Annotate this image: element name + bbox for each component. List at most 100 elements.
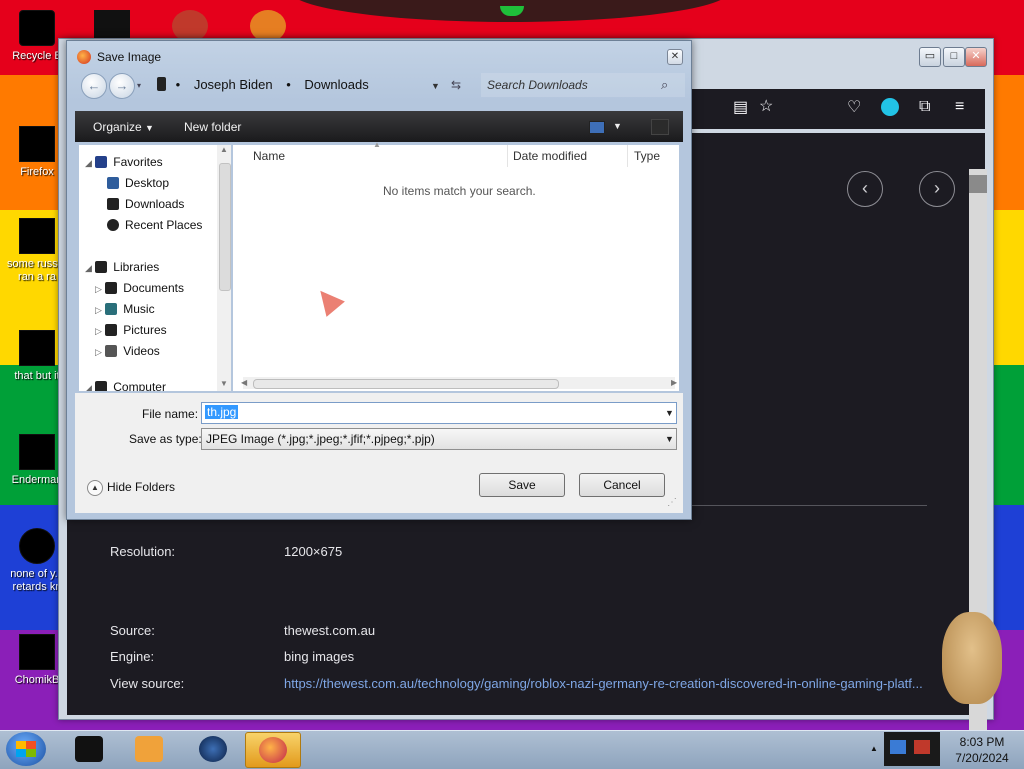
- hide-folders-button[interactable]: Hide Folders: [107, 480, 175, 494]
- tree-item-recent-places[interactable]: Recent Places: [107, 218, 202, 232]
- navigation-pane-scroll-thumb[interactable]: [219, 163, 231, 291]
- view-source-link[interactable]: https://thewest.com.au/technology/gaming…: [284, 676, 923, 691]
- file-name-field[interactable]: [201, 402, 677, 424]
- cancel-button[interactable]: Cancel: [579, 473, 665, 497]
- resolution-label: Resolution:: [110, 544, 176, 559]
- file-name-value[interactable]: th.jpg: [205, 405, 239, 419]
- document-icon: [19, 218, 55, 254]
- expand-arrow-icon: ◢: [85, 383, 92, 391]
- tree-item-label: Computer: [113, 380, 166, 391]
- account-icon[interactable]: [881, 98, 899, 116]
- show-hidden-icons-icon[interactable]: ▲: [870, 744, 878, 753]
- tree-item-libraries[interactable]: ◢ Libraries: [85, 260, 159, 274]
- breadcrumb-item[interactable]: Downloads: [304, 77, 368, 92]
- collapsed-arrow-icon: ▷: [95, 347, 102, 357]
- column-separator[interactable]: [627, 145, 628, 167]
- organize-label: Organize: [93, 120, 142, 134]
- taskbar-item-explorer[interactable]: [62, 732, 116, 766]
- taskbar-item-media-player[interactable]: [122, 732, 176, 766]
- scroll-up-icon[interactable]: ▲: [220, 145, 228, 154]
- taskbar-clock[interactable]: 8:03 PM 7/20/2024: [944, 734, 1020, 766]
- refresh-icon[interactable]: ⇆: [451, 78, 461, 92]
- column-header-name[interactable]: Name: [253, 149, 285, 163]
- next-image-icon[interactable]: ›: [919, 171, 955, 207]
- tree-item-label: Downloads: [125, 197, 185, 211]
- breadcrumb-item[interactable]: Joseph Biden: [194, 77, 273, 92]
- divider: [691, 505, 927, 506]
- address-bar[interactable]: • Joseph Biden • Downloads: [147, 73, 443, 97]
- search-icon[interactable]: ⌕: [661, 77, 668, 93]
- recent-pages-icon[interactable]: ▾: [137, 81, 141, 90]
- previous-image-icon[interactable]: ‹: [847, 171, 883, 207]
- save-as-type-dropdown-icon[interactable]: ▼: [665, 434, 674, 444]
- browser-close-button[interactable]: ✕: [965, 47, 987, 67]
- documents-icon: [105, 282, 118, 294]
- file-name-dropdown-icon[interactable]: ▼: [665, 408, 674, 418]
- chevron-down-icon: ▼: [145, 123, 154, 133]
- tree-item-music[interactable]: ▷ Music: [95, 302, 155, 316]
- tree-item-downloads[interactable]: Downloads: [107, 197, 184, 211]
- expand-arrow-icon: ◢: [85, 263, 92, 273]
- taskbar-item-firefox[interactable]: [245, 732, 301, 768]
- organize-button[interactable]: Organize ▼: [93, 120, 154, 134]
- firefox-icon: [77, 50, 91, 64]
- chevron-up-icon[interactable]: ▲: [87, 480, 103, 496]
- scroll-down-icon[interactable]: ▼: [220, 379, 228, 388]
- windows-logo-icon: [16, 741, 36, 757]
- downloads-icon: [107, 198, 119, 210]
- desktop-icon-label: ChomikB: [14, 674, 60, 686]
- empty-message: No items match your search.: [383, 184, 536, 198]
- videos-icon: [105, 345, 118, 357]
- breadcrumb-separator-icon: •: [286, 77, 291, 92]
- taskbar-item-globe[interactable]: [186, 732, 240, 766]
- collapsed-arrow-icon: ▷: [95, 326, 102, 336]
- scroll-right-icon[interactable]: ▶: [671, 378, 677, 387]
- clock-date: 7/20/2024: [955, 751, 1009, 765]
- search-input[interactable]: Search Downloads: [487, 78, 588, 92]
- tree-item-pictures[interactable]: ▷ Pictures: [95, 323, 167, 337]
- network-icon[interactable]: [890, 740, 906, 754]
- dialog-close-button[interactable]: ✕: [667, 49, 683, 65]
- tree-item-favorites[interactable]: ◢ Favorites: [85, 155, 163, 169]
- reader-view-icon[interactable]: ▤: [733, 99, 748, 117]
- tree-item-label: Music: [123, 302, 155, 316]
- bookmark-star-icon[interactable]: ☆: [759, 98, 773, 116]
- navigation-pane: ◢ Favorites Desktop Downloads Recent Pla…: [79, 145, 217, 391]
- column-header-date-modified[interactable]: Date modified: [513, 149, 587, 163]
- forward-button[interactable]: →: [109, 73, 135, 99]
- pocket-icon[interactable]: ♡: [847, 99, 861, 117]
- breadcrumb-separator-icon: •: [175, 77, 181, 92]
- back-button[interactable]: ←: [81, 73, 107, 99]
- browser-maximize-button[interactable]: □: [943, 47, 965, 67]
- save-as-type-label: Save as type:: [129, 432, 202, 446]
- tray-app-icon[interactable]: [914, 740, 930, 754]
- view-source-label: View source:: [110, 676, 185, 691]
- tree-item-computer[interactable]: ◢ Computer: [85, 380, 166, 391]
- address-dropdown-icon[interactable]: ▼: [431, 81, 440, 91]
- file-list-pane: [233, 145, 679, 391]
- collapsed-arrow-icon: ▷: [95, 284, 102, 294]
- collapsed-arrow-icon: ▷: [95, 305, 102, 315]
- tree-item-desktop[interactable]: Desktop: [107, 176, 169, 190]
- column-header-type[interactable]: Type: [634, 149, 660, 163]
- resize-grip-icon[interactable]: ⋰: [667, 497, 677, 508]
- browser-minimize-button[interactable]: ▭: [919, 47, 941, 67]
- save-button[interactable]: Save: [479, 473, 565, 497]
- globe-icon: [199, 736, 227, 762]
- scroll-left-icon[interactable]: ◀: [241, 378, 247, 387]
- view-dropdown-icon[interactable]: ▼: [613, 121, 622, 131]
- desktop-icon-label: Firefox: [20, 166, 54, 178]
- desktop-icon-label: Enderman: [11, 474, 63, 486]
- save-as-type-select[interactable]: JPEG Image (*.jpg;*.jpeg;*.jfif;*.pjpeg;…: [201, 428, 677, 450]
- new-folder-button[interactable]: New folder: [184, 120, 241, 134]
- browser-scrollbar-thumb[interactable]: [969, 175, 987, 193]
- file-list-hscroll-thumb[interactable]: [253, 379, 559, 389]
- tree-item-documents[interactable]: ▷ Documents: [95, 281, 184, 295]
- menu-icon[interactable]: ≡: [955, 98, 964, 116]
- tree-item-videos[interactable]: ▷ Videos: [95, 344, 160, 358]
- preview-pane-icon[interactable]: [651, 119, 669, 135]
- change-view-icon[interactable]: [589, 121, 605, 134]
- extensions-icon[interactable]: ⧉: [919, 98, 930, 116]
- column-separator[interactable]: [507, 145, 508, 167]
- firefox-icon: [19, 126, 55, 162]
